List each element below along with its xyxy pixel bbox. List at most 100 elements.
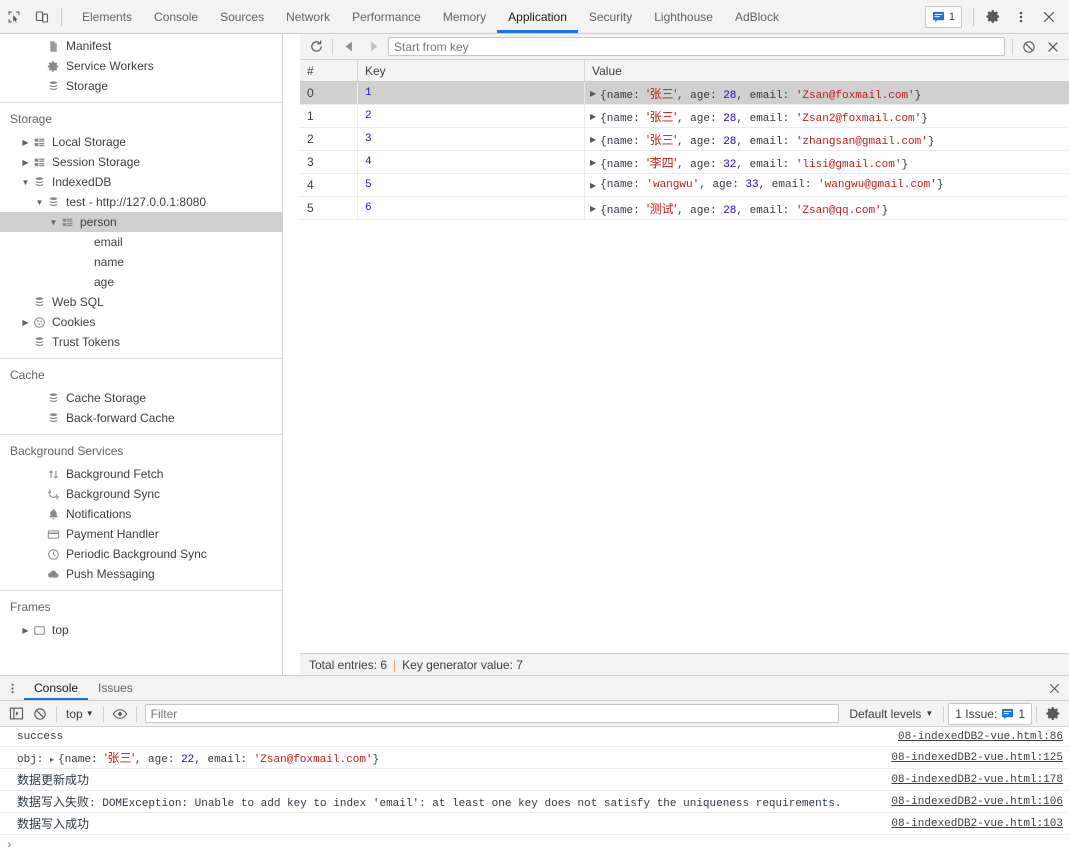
expand-triangle-icon[interactable]: ▶ — [590, 158, 596, 167]
clear-objectstore-icon[interactable] — [1017, 36, 1041, 58]
more-options-icon[interactable] — [1007, 3, 1035, 31]
console-source-link[interactable]: 08-indexedDB2-vue.html:106 — [891, 796, 1069, 808]
cell-key[interactable]: 1 — [358, 82, 585, 104]
tab-application[interactable]: Application — [497, 0, 578, 33]
sidebar-item-indexeddb[interactable]: ▼ IndexedDB — [0, 172, 282, 192]
chevron-down-icon[interactable]: ▼ — [20, 178, 31, 187]
sidebar-item-age[interactable]: age — [0, 272, 282, 292]
table-row[interactable]: 5 6 ▶ {name: '测试', age: 28, email: 'Zsan@qq… — [300, 197, 1069, 220]
cell-key[interactable]: 4 — [358, 151, 585, 173]
sidebar-item-background-fetch[interactable]: Background Fetch — [0, 464, 282, 484]
issues-badge-button[interactable]: 1 — [924, 5, 962, 28]
sidebar-item-session-storage[interactable]: ▶ Session Storage — [0, 152, 282, 172]
live-expression-eye-icon[interactable] — [108, 703, 132, 725]
sidebar-item-cookies[interactable]: ▶ Cookies — [0, 312, 282, 332]
table-row[interactable]: 1 2 ▶ {name: '张三', age: 28, email: 'Zsan2@f… — [300, 105, 1069, 128]
message-icon — [1002, 708, 1014, 720]
table-row[interactable]: 0 1 ▶ {name: '张三', age: 28, email: 'Zsan@fo… — [300, 82, 1069, 105]
console-message-text: success — [17, 731, 898, 743]
column-header-value[interactable]: Value — [585, 60, 1069, 81]
sidebar-item-trust-tokens[interactable]: Trust Tokens — [0, 332, 282, 352]
sidebar-item-web-sql[interactable]: Web SQL — [0, 292, 282, 312]
tab-elements[interactable]: Elements — [71, 0, 143, 33]
console-issues-chip[interactable]: 1 Issue: 1 — [948, 702, 1032, 725]
sidebar-item-payment-handler[interactable]: Payment Handler — [0, 524, 282, 544]
cell-value[interactable]: ▶ {name: '测试', age: 28, email: 'Zsan@qq.c… — [585, 197, 1069, 219]
device-toolbar-icon[interactable] — [28, 3, 56, 31]
sidebar-item-person[interactable]: ▼ person — [0, 212, 282, 232]
cell-key[interactable]: 2 — [358, 105, 585, 127]
console-source-link[interactable]: 08-indexedDB2-vue.html:125 — [891, 752, 1069, 764]
tab-performance[interactable]: Performance — [341, 0, 432, 33]
expand-triangle-icon[interactable]: ▶ — [590, 89, 596, 98]
sidebar-item-background-sync[interactable]: Background Sync — [0, 484, 282, 504]
console-sidebar-toggle-icon[interactable] — [4, 703, 28, 725]
expand-triangle-icon[interactable]: ▶ — [590, 112, 596, 121]
chevron-right-icon[interactable]: ▶ — [20, 626, 31, 635]
tab-memory[interactable]: Memory — [432, 0, 497, 33]
sidebar-item-storage[interactable]: Storage — [0, 76, 282, 96]
close-icon[interactable] — [1035, 3, 1063, 31]
console-source-link[interactable]: 08-indexedDB2-vue.html:86 — [898, 731, 1069, 743]
console-source-link[interactable]: 08-indexedDB2-vue.html:178 — [891, 774, 1069, 786]
cell-key[interactable]: 5 — [358, 174, 585, 196]
sidebar-item-back-forward-cache[interactable]: Back-forward Cache — [0, 408, 282, 428]
table-row[interactable]: 2 3 ▶ {name: '张三', age: 28, email: 'zhangsa… — [300, 128, 1069, 151]
table-row[interactable]: 3 4 ▶ {name: '李四', age: 32, email: 'lisi@gm… — [300, 151, 1069, 174]
sidebar-item-email[interactable]: email — [0, 232, 282, 252]
column-header-key[interactable]: Key — [358, 60, 585, 81]
sidebar-item-manifest[interactable]: Manifest — [0, 36, 282, 56]
chevron-down-icon[interactable]: ▼ — [48, 218, 59, 227]
drawer-tab-console[interactable]: Console — [24, 676, 89, 700]
sidebar-item-periodic-background-sync[interactable]: Periodic Background Sync — [0, 544, 282, 564]
cell-value[interactable]: ▶ {name: '张三', age: 28, email: 'Zsan2@fox… — [585, 105, 1069, 127]
previous-page-icon[interactable] — [337, 36, 361, 58]
expand-triangle-icon[interactable]: ▶ — [590, 204, 596, 213]
cell-key[interactable]: 6 — [358, 197, 585, 219]
table-row[interactable]: 4 5 ▶ {name: 'wangwu', age: 33, email: 'wan… — [300, 174, 1069, 197]
sidebar-item-local-storage[interactable]: ▶ Local Storage — [0, 132, 282, 152]
cell-value[interactable]: ▶ {name: 'wangwu', age: 33, email: 'wangw… — [585, 174, 1069, 196]
cell-value[interactable]: ▶ {name: '李四', age: 32, email: 'lisi@gmai… — [585, 151, 1069, 173]
tab-adblock[interactable]: AdBlock — [724, 0, 790, 33]
log-levels-selector[interactable]: Default levels ▼ — [843, 707, 939, 721]
sidebar-item-push-messaging[interactable]: Push Messaging — [0, 564, 282, 584]
cell-key[interactable]: 3 — [358, 128, 585, 150]
drawer-tab-issues[interactable]: Issues — [88, 676, 143, 700]
sidebar-item-cache-storage[interactable]: Cache Storage — [0, 388, 282, 408]
start-from-key-input[interactable] — [388, 37, 1005, 56]
expand-triangle-icon[interactable]: ▶ — [590, 181, 596, 190]
drawer-more-tools-icon[interactable] — [0, 676, 24, 700]
cell-value[interactable]: ▶ {name: '张三', age: 28, email: 'Zsan@foxm… — [585, 82, 1069, 104]
chevron-right-icon[interactable]: ▶ — [20, 158, 31, 167]
gear-icon[interactable] — [979, 3, 1007, 31]
refresh-icon[interactable] — [304, 36, 328, 58]
sidebar-item-test-http-127-0-0-1-8080[interactable]: ▼ test - http://127.0.0.1:8080 — [0, 192, 282, 212]
console-prompt[interactable]: › — [0, 835, 1069, 855]
chevron-down-icon[interactable]: ▼ — [34, 198, 45, 207]
chevron-right-icon[interactable]: ▶ — [20, 318, 31, 327]
drawer-close-icon[interactable] — [1048, 676, 1069, 700]
sidebar-item-top[interactable]: ▶ top — [0, 620, 282, 640]
sidebar-item-name[interactable]: name — [0, 252, 282, 272]
clear-console-icon[interactable] — [28, 703, 52, 725]
console-filter-input[interactable] — [144, 704, 840, 723]
console-source-link[interactable]: 08-indexedDB2-vue.html:103 — [891, 818, 1069, 830]
column-header-index[interactable]: # — [300, 60, 358, 81]
delete-selected-icon[interactable] — [1041, 36, 1065, 58]
console-settings-gear-icon[interactable] — [1041, 703, 1065, 725]
cell-value[interactable]: ▶ {name: '张三', age: 28, email: 'zhangsan@… — [585, 128, 1069, 150]
expand-triangle-icon[interactable]: ▶ — [590, 135, 596, 144]
inspect-element-icon[interactable] — [0, 3, 28, 31]
tab-console[interactable]: Console — [143, 0, 209, 33]
execution-context-selector[interactable]: top ▼ — [61, 704, 99, 724]
chevron-right-icon[interactable]: ▶ — [20, 138, 31, 147]
tab-lighthouse[interactable]: Lighthouse — [643, 0, 724, 33]
sidebar-item-notifications[interactable]: Notifications — [0, 504, 282, 524]
tab-security[interactable]: Security — [578, 0, 643, 33]
next-page-icon[interactable] — [361, 36, 385, 58]
tab-network[interactable]: Network — [275, 0, 341, 33]
expand-triangle-icon[interactable]: ▸ — [50, 756, 54, 765]
tab-sources[interactable]: Sources — [209, 0, 275, 33]
sidebar-item-service-workers[interactable]: Service Workers — [0, 56, 282, 76]
